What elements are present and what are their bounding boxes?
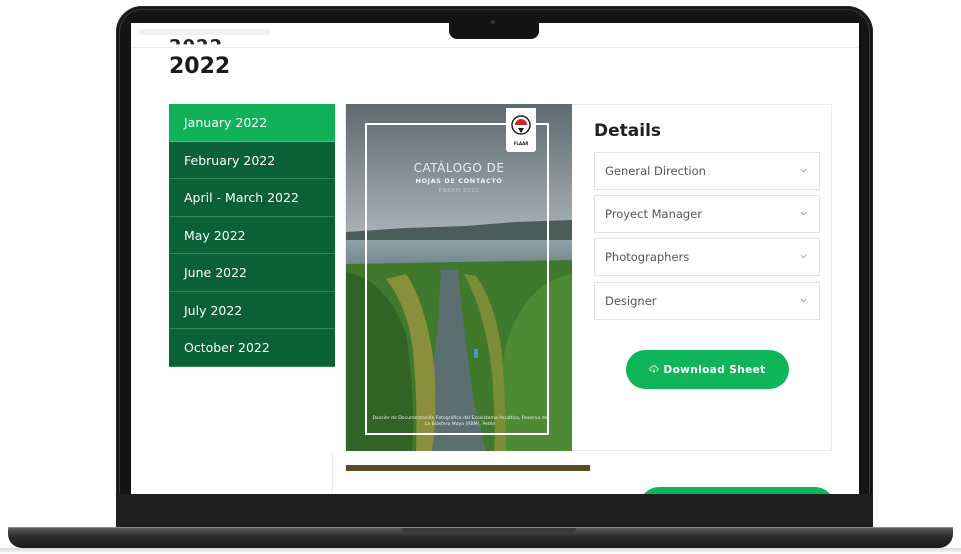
next-cover-preview xyxy=(346,465,590,471)
month-list: January 2022 February 2022 April - March… xyxy=(169,104,335,367)
accordion-designer[interactable]: Designer xyxy=(594,282,820,320)
cloud-download-icon xyxy=(650,364,659,373)
cover-date: ENERO 2022 xyxy=(438,188,480,194)
divider xyxy=(332,453,333,494)
laptop-groove xyxy=(402,528,576,535)
chevron-down-icon xyxy=(800,168,807,173)
camera-icon xyxy=(491,20,495,24)
details-title: Details xyxy=(594,121,662,141)
cover-footer-text: Dossier de Documentación Fotográfica del… xyxy=(372,416,548,427)
accordion-label: Photographers xyxy=(605,250,690,264)
flaar-logo-text: FLAAR xyxy=(513,141,529,146)
laptop-chin xyxy=(116,494,873,528)
laptop-shadow xyxy=(0,548,961,554)
screen: 2022 2022 January 2022 February 2022 Apr… xyxy=(131,23,859,494)
chevron-down-icon xyxy=(800,254,807,259)
accordion-photographers[interactable]: Photographers xyxy=(594,238,820,276)
flaar-logo-icon xyxy=(511,115,531,135)
month-item-january[interactable]: January 2022 xyxy=(169,104,335,142)
download-sheet-label: Download Sheet xyxy=(663,363,766,376)
month-item-april-march[interactable]: April - March 2022 xyxy=(169,179,335,217)
next-download-button[interactable] xyxy=(639,487,835,494)
camera-notch xyxy=(449,23,539,39)
accordion-label: General Direction xyxy=(605,164,706,178)
accordion-proyect-manager[interactable]: Proyect Manager xyxy=(594,195,820,233)
accordion-label: Proyect Manager xyxy=(605,207,703,221)
cover-subtitle: HOJAS DE CONTACTO xyxy=(415,177,503,185)
accordion-label: Designer xyxy=(605,294,657,308)
cover-title: CATÁLOGO DE xyxy=(413,161,505,175)
accordion-general-direction[interactable]: General Direction xyxy=(594,152,820,190)
month-item-february[interactable]: February 2022 xyxy=(169,141,335,179)
catalog-cover-image[interactable]: FLAAR CATÁLOGO DE HOJAS DE CONTACTO ENER… xyxy=(346,104,572,451)
month-item-june[interactable]: June 2022 xyxy=(169,254,335,292)
chevron-down-icon xyxy=(800,298,807,303)
month-item-october[interactable]: October 2022 xyxy=(169,329,335,367)
month-item-july[interactable]: July 2022 xyxy=(169,291,335,329)
month-item-may[interactable]: May 2022 xyxy=(169,216,335,254)
cover-photo xyxy=(346,104,572,451)
browser-tab xyxy=(139,29,271,35)
download-sheet-button[interactable]: Download Sheet xyxy=(626,350,789,389)
year-heading: 2022 xyxy=(169,54,231,79)
chevron-down-icon xyxy=(800,211,807,216)
